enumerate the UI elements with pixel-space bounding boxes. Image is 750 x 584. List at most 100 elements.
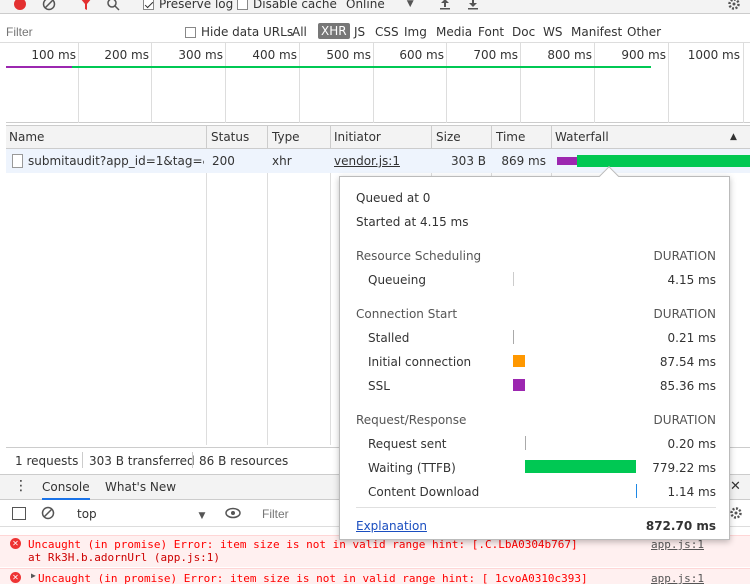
record-button[interactable]: [13, 0, 27, 11]
type-filter-js[interactable]: JS: [354, 25, 365, 39]
disable-cache-checkbox[interactable]: Disable cache: [237, 0, 337, 11]
timing-bar-queueing: [513, 272, 514, 286]
chevron-down-icon: ▼: [198, 511, 206, 521]
preserve-log-checkbox[interactable]: Preserve log: [143, 0, 233, 11]
column-divider: [330, 149, 331, 445]
type-filter-xhr[interactable]: XHR: [318, 23, 350, 39]
checkbox-unchecked[interactable]: [237, 0, 248, 10]
hide-data-urls-checkbox[interactable]: Hide data URLs: [185, 25, 293, 39]
column-header-initiator[interactable]: Initiator: [334, 130, 381, 144]
column-divider: [206, 149, 207, 445]
column-divider[interactable]: [551, 126, 552, 150]
drawer-menu-icon[interactable]: ⋮: [14, 478, 28, 494]
request-initiator-link[interactable]: vendor.js:1: [334, 154, 400, 168]
column-divider[interactable]: [431, 126, 432, 150]
waterfall-waiting-bar[interactable]: [577, 155, 750, 167]
import-har-button[interactable]: [438, 0, 452, 11]
explanation-link[interactable]: Explanation: [356, 519, 427, 533]
timing-label-initial-connection: Initial connection: [368, 355, 472, 369]
timing-value-waiting: 779.22 ms: [652, 461, 716, 475]
clear-icon: [41, 506, 55, 520]
tab-console[interactable]: Console: [42, 480, 90, 500]
column-divider[interactable]: [206, 126, 207, 150]
timeline-gridline: [594, 43, 595, 123]
timing-bar-ssl: [513, 379, 525, 391]
search-button[interactable]: [106, 0, 120, 11]
timeline-label: 400 ms: [252, 48, 297, 62]
timing-bar-stalled: [513, 330, 514, 344]
source-link[interactable]: app.js:1: [651, 572, 704, 584]
column-header-time[interactable]: Time: [496, 130, 525, 144]
type-filter-doc[interactable]: Doc: [512, 25, 535, 39]
timeline-label: 100 ms: [31, 48, 76, 62]
request-size: 303 B: [451, 154, 486, 168]
divider: [192, 452, 193, 468]
timing-bar-content-download: [636, 484, 637, 498]
type-filter-font[interactable]: Font: [478, 25, 504, 39]
timeline-label: 500 ms: [326, 48, 371, 62]
type-filter-manifest[interactable]: Manifest: [571, 25, 622, 39]
type-filter-img[interactable]: Img: [404, 25, 427, 39]
checkbox-unchecked[interactable]: [185, 26, 196, 38]
clear-icon: [42, 0, 56, 11]
timing-bar-initial-connection: [513, 355, 525, 367]
table-row[interactable]: submitaudit?app_id=1&tag=&... 200 xhr ve…: [6, 149, 750, 173]
timing-label-queueing: Queueing: [368, 273, 426, 287]
type-filter-media[interactable]: Media: [436, 25, 472, 39]
console-settings-button[interactable]: [729, 506, 743, 523]
settings-button[interactable]: [727, 0, 741, 11]
close-drawer-icon[interactable]: ✕: [730, 479, 741, 494]
column-header-name[interactable]: Name: [9, 130, 44, 144]
preserve-log-label: Preserve log: [159, 0, 234, 11]
type-filter-all[interactable]: All: [292, 25, 307, 39]
sort-ascending-icon[interactable]: ▲: [730, 132, 737, 142]
column-divider[interactable]: [267, 126, 268, 150]
type-filter-ws[interactable]: WS: [543, 25, 562, 39]
column-divider[interactable]: [330, 126, 331, 150]
timeline-label: 900 ms: [621, 48, 666, 62]
request-type: xhr: [272, 154, 292, 168]
column-header-waterfall[interactable]: Waterfall: [555, 130, 609, 144]
error-text: Uncaught (in promise) Error: item size i…: [38, 572, 588, 584]
timeline-label: 1000 ms: [687, 48, 740, 62]
sidebar-toggle-icon[interactable]: [12, 507, 26, 520]
timeline-label: 700 ms: [473, 48, 518, 62]
context-select[interactable]: top ▼: [77, 507, 205, 521]
timeline-gridline: [743, 43, 744, 123]
timeline-waiting-bar: [72, 66, 651, 68]
console-error-message[interactable]: ✕ ▶ Uncaught (in promise) Error: item si…: [0, 568, 750, 584]
checkbox-checked[interactable]: [143, 0, 154, 10]
gear-icon: [730, 507, 742, 519]
upload-icon: [440, 0, 450, 10]
timing-label-stalled: Stalled: [368, 331, 410, 345]
export-har-button[interactable]: [466, 0, 480, 11]
divider: [356, 507, 716, 508]
started-at: Started at 4.15 ms: [356, 215, 469, 229]
throttle-value: Online: [346, 0, 385, 11]
timeline-gridline: [151, 43, 152, 123]
timing-value-initial-connection: 87.54 ms: [659, 355, 716, 369]
timeline-gridline: [668, 43, 669, 123]
column-divider[interactable]: [491, 126, 492, 150]
column-header-size[interactable]: Size: [436, 130, 461, 144]
overview-timeline[interactable]: 100 ms 200 ms 300 ms 400 ms 500 ms 600 m…: [6, 43, 750, 123]
throttle-select[interactable]: Online ▼: [346, 0, 414, 11]
stack-frame: at Rk3H.b.adornUrl (app.js:1): [28, 551, 221, 564]
chevron-down-icon: ▼: [406, 0, 414, 9]
timing-popover: Queued at 0 Started at 4.15 ms Resource …: [339, 166, 730, 540]
filter-toggle-button[interactable]: [79, 0, 93, 11]
request-name[interactable]: submitaudit?app_id=1&tag=&...: [28, 154, 204, 168]
column-header-status[interactable]: Status: [211, 130, 249, 144]
timing-total: 872.70 ms: [645, 519, 716, 533]
column-header-type[interactable]: Type: [272, 130, 300, 144]
clear-console-button[interactable]: [41, 506, 55, 523]
clear-button[interactable]: [42, 0, 56, 11]
type-filter-other[interactable]: Other: [627, 25, 661, 39]
resources-size: 86 B resources: [199, 454, 289, 468]
tab-whats-new[interactable]: What's New: [105, 480, 176, 494]
type-filter-css[interactable]: CSS: [375, 25, 399, 39]
console-filter-input[interactable]: [262, 506, 332, 522]
filter-input[interactable]: [6, 23, 174, 41]
timing-value-stalled: 0.21 ms: [667, 331, 716, 345]
live-expression-button[interactable]: [225, 506, 241, 523]
